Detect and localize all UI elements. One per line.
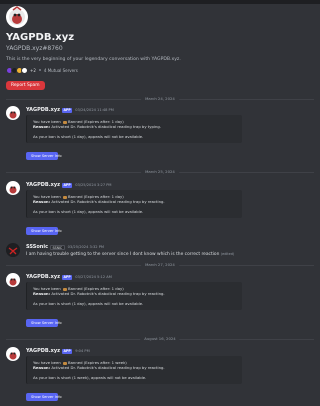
server-icon	[21, 66, 28, 74]
bot-avatar[interactable]	[6, 181, 20, 195]
mutual-more-count: +2	[30, 67, 36, 73]
bot-avatar-large[interactable]	[6, 6, 28, 28]
app-badge: APP	[62, 274, 73, 280]
message-timestamp: 9:04 PM	[75, 349, 90, 353]
message-timestamp: 03/25/2024 3:27 PM	[75, 183, 112, 187]
bot-avatar[interactable]	[6, 273, 20, 287]
message-author[interactable]: YAGPDB.xyz	[26, 348, 60, 354]
app-badge: APP	[62, 182, 73, 188]
dm-description: This is the very beginning of your legen…	[6, 57, 181, 62]
app-badge: APP	[62, 107, 73, 113]
date-divider: March 27, 2024	[6, 262, 314, 268]
ban-embed: You have been Banned (Expires after: 1 d…	[26, 282, 242, 310]
app-badge: APP	[62, 348, 73, 354]
message-timestamp: 03/25/2024 3:32 PM	[67, 245, 104, 249]
message-text: I am having trouble getting to the serve…	[26, 252, 235, 257]
mutual-servers-label: 4 Mutual Servers	[43, 67, 78, 73]
separator-dot	[38, 69, 41, 71]
message-timestamp: 03/24/2024 11:48 PM	[75, 108, 114, 112]
show-server-info-button[interactable]: Show Server Info	[26, 227, 62, 235]
date-divider: March 24, 2024	[6, 96, 314, 102]
show-server-info-button[interactable]: Show Server Info	[26, 152, 62, 160]
bot-avatar[interactable]	[6, 347, 20, 361]
user-avatar[interactable]	[6, 243, 20, 257]
date-divider: August 16, 2024	[6, 336, 314, 342]
show-server-info-button[interactable]: Show Server Info	[26, 393, 62, 401]
edited-label: (edited)	[220, 252, 235, 256]
message-author[interactable]: YAGPDB.xyz	[26, 107, 60, 113]
show-server-info-button[interactable]: Show Server Info	[26, 319, 62, 327]
ban-embed: You have been Banned (Expires after: 1 d…	[26, 115, 242, 143]
message-author[interactable]: YAGPDB.xyz	[26, 274, 60, 280]
embed-appeal-line: As your ban is short (1 day), appeals wi…	[33, 209, 144, 214]
dm-user-tag: YAGPDB.xyz#8760	[6, 45, 63, 52]
message-author[interactable]: YAGPDB.xyz	[26, 182, 60, 188]
top-strip	[0, 0, 320, 4]
date-divider: March 25, 2024	[6, 169, 314, 175]
embed-appeal-line: As your ban is short (1 day), appeals wi…	[33, 301, 144, 306]
ban-embed: You have been Banned (Expires after: 1 d…	[26, 190, 242, 218]
mutual-servers-row[interactable]: +2 4 Mutual Servers	[6, 66, 78, 74]
bot-avatar[interactable]	[6, 106, 20, 120]
report-spam-button[interactable]: Report Spam	[6, 81, 45, 90]
embed-appeal-line: As your ban is short (1 week), appeals w…	[33, 375, 147, 380]
ban-embed: You have been Banned (Expires after: 1 w…	[26, 356, 242, 384]
message-timestamp: 03/27/2024 5:12 AM	[75, 275, 112, 279]
dm-title: YAGPDB.xyz	[6, 32, 75, 43]
embed-appeal-line: As your ban is short (1 day), appeals wi…	[33, 134, 144, 139]
message-author[interactable]: SSSonic	[26, 244, 48, 250]
clan-tag-badge[interactable]: SSNIC	[50, 244, 65, 250]
